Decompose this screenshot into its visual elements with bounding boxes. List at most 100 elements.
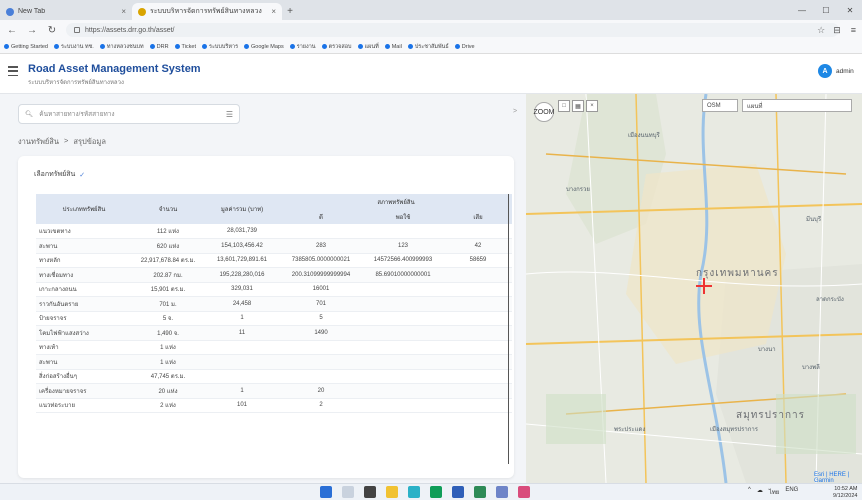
tab-title: New Tab	[18, 8, 46, 15]
map-toolbar: □ ▦ ×	[558, 100, 598, 112]
layer-select[interactable]: OSM	[702, 99, 738, 112]
asset-select[interactable]: เลือกทรัพย์สิน ✓	[34, 169, 85, 180]
clock[interactable]: 10:52 AM 9/12/2024	[833, 486, 857, 499]
clear-tool-icon[interactable]: ×	[586, 100, 598, 112]
bookmark-star-icon[interactable]: ☆	[817, 25, 825, 36]
bookmark-item[interactable]: Ticket	[174, 44, 196, 50]
basemap-select[interactable]: แผนที่	[742, 99, 852, 112]
menu-toggle-icon[interactable]	[8, 66, 18, 76]
search-box[interactable]: 🔍︎ ค้นหาสายทาง/รหัสสายทาง ☰	[18, 104, 240, 124]
cell-amount: 202.87 กม.	[132, 267, 204, 283]
table-row[interactable]: สะพาน 1 แห่ง	[36, 354, 512, 370]
bookmark-item[interactable]: ระบบงาน ทช.	[54, 43, 94, 51]
map-attribution[interactable]: Esri | HERE | Garmin	[814, 472, 862, 483]
cell-value: 28,031,739	[204, 224, 280, 239]
browser-tab-newtab[interactable]: New Tab ×	[0, 3, 132, 20]
edge-icon[interactable]	[408, 486, 420, 498]
new-tab-button[interactable]: +	[282, 3, 298, 20]
table-row[interactable]: ทางหลัก 22,917,678.84 ตร.ม. 13,601,729,891…	[36, 253, 512, 268]
bookmark-item[interactable]: แผนที่	[357, 43, 379, 51]
avatar[interactable]: A	[818, 64, 832, 78]
bookmark-item[interactable]: รายงาน	[289, 43, 316, 51]
table-row[interactable]: เกาะกลางถนน 15,901 ตร.ม. 329,031 16001	[36, 282, 512, 297]
cell-poor	[444, 383, 512, 399]
select-tool-icon[interactable]: □	[558, 100, 570, 112]
bookmark-icon	[357, 44, 363, 49]
bookmark-item[interactable]: Drive	[454, 44, 475, 50]
cell-poor	[444, 398, 512, 413]
bookmark-item[interactable]: ตรวจสอบ	[321, 43, 352, 51]
bookmark-item[interactable]: Google Maps	[244, 44, 284, 50]
windows-start-icon[interactable]	[320, 486, 332, 498]
table-row[interactable]: โคมไฟฟ้าแสงสว่าง 1,490 จ. 11 1490	[36, 325, 512, 341]
address-bar: ← → ↻ https://assets.drr.go.th/asset/ ☆ …	[0, 20, 862, 40]
map-label: ลาดกระบัง	[816, 297, 844, 303]
breadcrumb-item[interactable]: งานทรัพย์สิน	[18, 136, 59, 148]
file-explorer-icon[interactable]	[386, 486, 398, 498]
filter-icon[interactable]: ☰	[226, 110, 233, 119]
map-panel[interactable]: ZOOM □ ▦ × OSM แผนที่ เมืองนนทบุรี กรุงเ…	[526, 94, 862, 483]
close-tab-icon[interactable]: ×	[121, 7, 126, 16]
cell-good: 701	[280, 296, 362, 312]
maximize-icon[interactable]: ☐	[814, 0, 838, 20]
menu-icon[interactable]: ≡	[851, 25, 856, 36]
teams-icon[interactable]	[496, 486, 508, 498]
table-row[interactable]: เครื่องหมายจราจร 20 แห่ง 1 20	[36, 383, 512, 399]
zoom-control[interactable]: ZOOM	[534, 102, 555, 122]
col-header-condition: สภาพทรัพย์สิน	[280, 194, 512, 210]
cell-type: ทางเชื่อมทาง	[36, 267, 132, 283]
bookmark-item[interactable]: ระบบบริหาร	[202, 43, 238, 51]
search-input[interactable]: ค้นหาสายทาง/รหัสสายทาง	[39, 109, 220, 119]
collapse-panel-button[interactable]: >	[513, 108, 517, 115]
keyboard-indicator[interactable]: ENG	[785, 487, 798, 497]
bookmark-item[interactable]: Getting Started	[4, 44, 48, 50]
cell-type: ทางเท้า	[36, 340, 132, 355]
taskbar-apps	[320, 486, 530, 498]
reload-icon[interactable]: ↻	[46, 25, 58, 36]
scrollbar[interactable]	[508, 194, 509, 464]
forward-icon[interactable]: →	[26, 25, 38, 36]
col-header-fair: พอใช้	[362, 210, 444, 224]
breadcrumb-current: สรุปข้อมูล	[73, 137, 106, 146]
language-indicator[interactable]: ไทย	[769, 487, 780, 497]
table-row[interactable]: สิ่งก่อสร้างอื่นๆ 47,745 ตร.ม.	[36, 369, 512, 384]
search-icon[interactable]	[342, 486, 354, 498]
table-row[interactable]: ราวกันอันตราย 701 ม. 24,458 701	[36, 296, 512, 312]
chrome-icon[interactable]	[430, 486, 442, 498]
table-row[interactable]: สะพาน 620 แห่ง 154,103,456.42 283 123 42	[36, 238, 512, 254]
cell-type: ป้ายจราจร	[36, 311, 132, 326]
excel-icon[interactable]	[474, 486, 486, 498]
bookmark-item[interactable]: ประชาสัมพันธ์	[407, 43, 449, 51]
cell-value	[204, 340, 280, 355]
bookmark-item[interactable]: Mail	[384, 44, 402, 50]
table-row[interactable]: ทางเท้า 1 แห่ง	[36, 340, 512, 355]
app-header: Road Asset Management System ระบบบริหารจ…	[0, 54, 862, 94]
cell-amount: 20 แห่ง	[132, 383, 204, 399]
url-field[interactable]: https://assets.drr.go.th/asset/	[66, 23, 840, 37]
cloud-icon[interactable]: ☁	[757, 487, 763, 497]
layer-tool-icon[interactable]: ▦	[572, 100, 584, 112]
table-row[interactable]: แนวท่อระบาย 2 แห่ง 101 2	[36, 398, 512, 413]
bookmark-icon	[202, 44, 208, 49]
cell-value	[204, 354, 280, 370]
back-icon[interactable]: ←	[6, 25, 18, 36]
table-row[interactable]: ป้ายจราจร 5 จ. 1 5	[36, 311, 512, 326]
minimize-icon[interactable]: —	[790, 0, 814, 20]
cell-fair: 123	[362, 238, 444, 254]
collections-icon[interactable]: ⊟	[833, 25, 841, 36]
table-row[interactable]: ทางเชื่อมทาง 202.87 กม. 195,228,280,016 200…	[36, 267, 512, 283]
bookmark-item[interactable]: DRR	[149, 44, 169, 50]
close-window-icon[interactable]: ✕	[838, 0, 862, 20]
store-icon[interactable]	[452, 486, 464, 498]
app-icon[interactable]	[518, 486, 530, 498]
browser-tab-active[interactable]: ระบบบริหารจัดการทรัพย์สินทางหลวง ×	[132, 3, 282, 20]
user-name[interactable]: admin	[836, 68, 854, 75]
map-label: เมืองสมุทรปราการ	[710, 427, 758, 433]
tray-expand-icon[interactable]: ^	[748, 487, 751, 497]
table-row[interactable]: แนวเขตทาง 112 แห่ง 28,031,739	[36, 224, 512, 239]
bookmark-icon	[289, 44, 295, 49]
bookmark-item[interactable]: ทางหลวงชนบท	[99, 43, 144, 51]
close-tab-icon[interactable]: ×	[271, 7, 276, 16]
table-body: แนวเขตทาง 112 แห่ง 28,031,739 สะพาน 620 แห่ง…	[36, 224, 512, 413]
task-view-icon[interactable]	[364, 486, 376, 498]
